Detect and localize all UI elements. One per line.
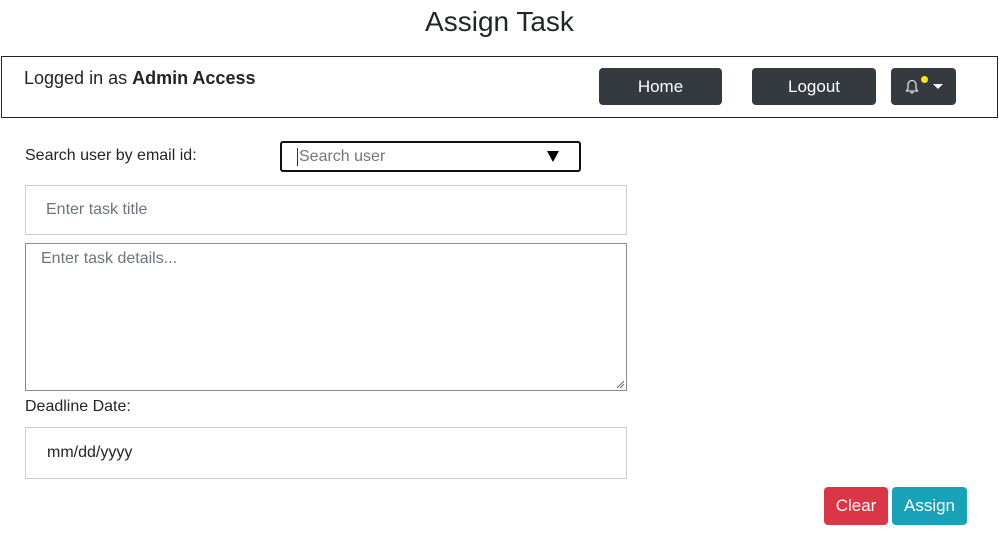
user-name: Admin Access <box>132 68 256 88</box>
caret-down-icon <box>932 84 943 89</box>
resize-handle-icon[interactable] <box>616 380 625 389</box>
dropdown-arrow-icon[interactable] <box>547 151 559 162</box>
task-title-input[interactable]: Enter task title <box>25 185 627 235</box>
clear-button[interactable]: Clear <box>824 487 888 525</box>
search-user-label: Search user by email id: <box>25 147 197 164</box>
page-title: Assign Task <box>425 6 574 37</box>
task-title-placeholder: Enter task title <box>46 201 148 218</box>
deadline-date-value: mm/dd/yyyy <box>47 444 133 461</box>
bell-icon <box>905 79 918 94</box>
navbar: Logged in as Admin Access Home Logout <box>1 56 998 118</box>
notifications-dropdown-button[interactable] <box>891 68 956 105</box>
task-details-textarea[interactable]: Enter task details... <box>25 243 627 391</box>
logout-button[interactable]: Logout <box>752 68 876 105</box>
notification-dot-icon <box>920 76 928 83</box>
assign-button[interactable]: Assign <box>892 487 967 525</box>
logged-in-prefix: Logged in as <box>24 68 133 88</box>
logged-in-text: Logged in as Admin Access <box>24 68 255 89</box>
task-details-placeholder: Enter task details... <box>41 250 178 267</box>
deadline-date-input[interactable]: mm/dd/yyyy <box>25 427 627 479</box>
deadline-label: Deadline Date: <box>25 398 131 415</box>
search-user-select[interactable]: Search user <box>280 141 581 172</box>
search-user-placeholder: Search user <box>299 148 386 165</box>
home-button[interactable]: Home <box>599 68 722 105</box>
text-cursor <box>297 148 298 166</box>
